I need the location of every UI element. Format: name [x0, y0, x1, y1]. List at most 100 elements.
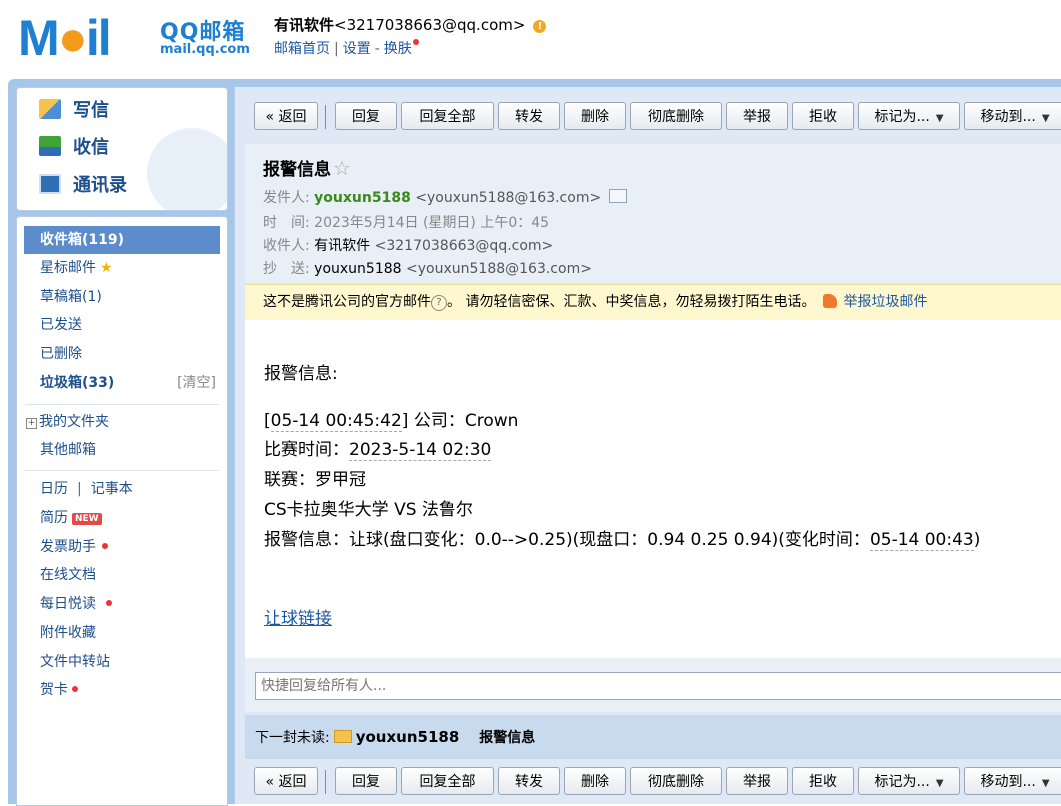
receive-label: 收信 [73, 137, 109, 158]
clear-spam-link[interactable]: [清空] [177, 369, 216, 397]
link-separator: | [77, 481, 82, 497]
body-line: 报警信息: [264, 364, 338, 384]
report-button[interactable]: 举报 [726, 767, 788, 795]
quick-reply-area: 快捷回复给所有人... [245, 658, 1061, 712]
mail-toolbar-bottom: « 返回 回复 回复全部 转发 删除 彻底删除 举报 拒收 标记为... ▼ 移动… [253, 767, 1061, 797]
change-skin-link[interactable]: 换肤 [384, 41, 412, 57]
next-unread-sender[interactable]: youxun5188 [356, 728, 460, 746]
delete-forever-button[interactable]: 彻底删除 [630, 102, 722, 130]
report-spam-icon [823, 294, 838, 308]
star-toggle-icon[interactable]: ☆ [333, 156, 351, 180]
notice-text: 这不是腾讯公司的官方邮件 [263, 294, 431, 310]
warning-icon[interactable]: ! [533, 20, 547, 33]
reply-button[interactable]: 回复 [335, 767, 397, 795]
chevron-down-icon: ▼ [1041, 778, 1050, 789]
folder-sent[interactable]: 已发送 [24, 311, 220, 339]
forward-button[interactable]: 转发 [498, 767, 560, 795]
delete-forever-button[interactable]: 彻底删除 [630, 767, 722, 795]
delete-button[interactable]: 删除 [564, 767, 626, 795]
account-line: 有讯软件<3217038663@qq.com>! [274, 14, 547, 35]
folder-spam[interactable]: 垃圾箱(33) [清空] [24, 369, 220, 397]
reply-all-button[interactable]: 回复全部 [401, 102, 494, 130]
logo-mail-word: M●il [18, 10, 112, 66]
folder-inbox[interactable]: 收件箱(119) [24, 226, 220, 254]
mark-as-label: 标记为... [874, 774, 930, 790]
contacts-button[interactable]: 通讯录 [39, 173, 127, 199]
expand-icon[interactable]: + [26, 418, 37, 429]
calendar-link[interactable]: 日历 [40, 481, 68, 497]
folder-label: 收件箱(119) [40, 232, 125, 248]
contact-card-icon[interactable] [609, 189, 628, 203]
download-icon [39, 136, 61, 156]
folder-label: 贺卡 [40, 682, 68, 698]
new-badge: NEW [72, 513, 102, 525]
pencil-icon [39, 99, 61, 119]
body-text: ) [973, 530, 981, 550]
next-unread-bar: 下一封未读: youxun5188 报警信息 [245, 715, 1061, 759]
link-separator: - [374, 41, 380, 57]
settings-link[interactable]: 设置 [343, 41, 371, 57]
compose-label: 写信 [73, 100, 109, 121]
sidebar-item-docs[interactable]: 在线文档 [24, 561, 220, 589]
report-button[interactable]: 举报 [726, 102, 788, 130]
qq-mail-logo[interactable]: M●il QQ邮箱 mail.qq.com [18, 12, 250, 64]
notification-dot-icon [412, 39, 419, 45]
folder-label: 已发送 [40, 317, 82, 333]
report-spam-link[interactable]: 举报垃圾邮件 [843, 294, 927, 310]
sender-name[interactable]: youxun5188 [314, 190, 411, 206]
mark-as-label: 标记为... [874, 109, 930, 125]
move-to-dropdown[interactable]: 移动到... ▼ [964, 767, 1061, 795]
mark-as-dropdown[interactable]: 标记为... ▼ [858, 102, 960, 130]
reject-button[interactable]: 拒收 [792, 767, 854, 795]
body-line: 联赛：罗甲冠 [264, 470, 366, 490]
sidebar-divider [25, 470, 219, 471]
delete-button[interactable]: 删除 [564, 102, 626, 130]
move-to-dropdown[interactable]: 移动到... ▼ [964, 102, 1061, 130]
folder-label: 每日悦读 [40, 596, 96, 612]
help-icon[interactable]: ? [431, 295, 447, 311]
quick-reply-input[interactable]: 快捷回复给所有人... [255, 672, 1061, 700]
folder-label: 其他邮箱 [40, 442, 96, 458]
sidebar-item-invoice[interactable]: 发票助手 [24, 533, 220, 561]
sent-time: 2023年5月14日 (星期日) 上午0：45 [314, 215, 550, 231]
move-to-label: 移动到... [980, 774, 1036, 790]
mail-reader: « 返回 回复 回复全部 转发 删除 彻底删除 举报 拒收 标记为... ▼ 移动… [234, 87, 1061, 804]
forward-button[interactable]: 转发 [498, 102, 560, 130]
meta-time: 时 间: 2023年5月14日 (星期日) 上午0：45 [263, 212, 549, 232]
folder-drafts[interactable]: 草稿箱(1) [24, 283, 220, 311]
sidebar-item-resume[interactable]: 简历 NEW [24, 504, 220, 532]
folder-sidebar: 收件箱(119) 星标邮件 ★ 草稿箱(1) 已发送 已删除 垃圾箱(33) [清空… [16, 216, 228, 806]
back-button[interactable]: « 返回 [254, 102, 318, 130]
sidebar-item-transfer[interactable]: 文件中转站 [24, 648, 220, 676]
reject-button[interactable]: 拒收 [792, 102, 854, 130]
folder-starred[interactable]: 星标邮件 ★ [24, 254, 220, 282]
folder-label: 发票助手 [40, 539, 96, 555]
notification-dot-icon [102, 543, 108, 549]
folder-label: 已删除 [40, 346, 82, 362]
back-button[interactable]: « 返回 [254, 767, 318, 795]
recipient-address: <3217038663@qq.com> [374, 238, 554, 254]
sidebar-item-cards[interactable]: 贺卡 [24, 676, 220, 704]
mail-body: 报警信息: [05-14 00:45:42] 公司：Crown 比赛时间：202… [245, 320, 1061, 658]
mark-as-dropdown[interactable]: 标记为... ▼ [858, 767, 960, 795]
cc-name: youxun5188 [314, 261, 402, 277]
reply-button[interactable]: 回复 [335, 102, 397, 130]
next-unread-subject[interactable]: 报警信息 [479, 730, 535, 746]
folder-label: 附件收藏 [40, 625, 96, 641]
toolbar-separator [325, 105, 326, 129]
handicap-link[interactable]: 让球链接 [264, 604, 332, 629]
folder-other-mailbox[interactable]: 其他邮箱 [24, 436, 220, 464]
folder-deleted[interactable]: 已删除 [24, 340, 220, 368]
receive-button[interactable]: 收信 [39, 135, 109, 161]
compose-button[interactable]: 写信 [39, 98, 109, 124]
link-separator: | [334, 41, 339, 57]
cc-address: <youxun5188@163.com> [406, 261, 592, 277]
reply-all-button[interactable]: 回复全部 [401, 767, 494, 795]
header-links: 邮箱首页 | 设置 - 换肤 [274, 38, 419, 58]
mailbox-home-link[interactable]: 邮箱首页 [274, 41, 330, 57]
logo-url: mail.qq.com [160, 42, 250, 57]
notes-link[interactable]: 记事本 [91, 481, 133, 497]
sidebar-item-attachments[interactable]: 附件收藏 [24, 619, 220, 647]
sidebar-item-reading[interactable]: 每日悦读 [24, 590, 220, 618]
folder-my-folders[interactable]: + 我的文件夹 [24, 408, 220, 436]
